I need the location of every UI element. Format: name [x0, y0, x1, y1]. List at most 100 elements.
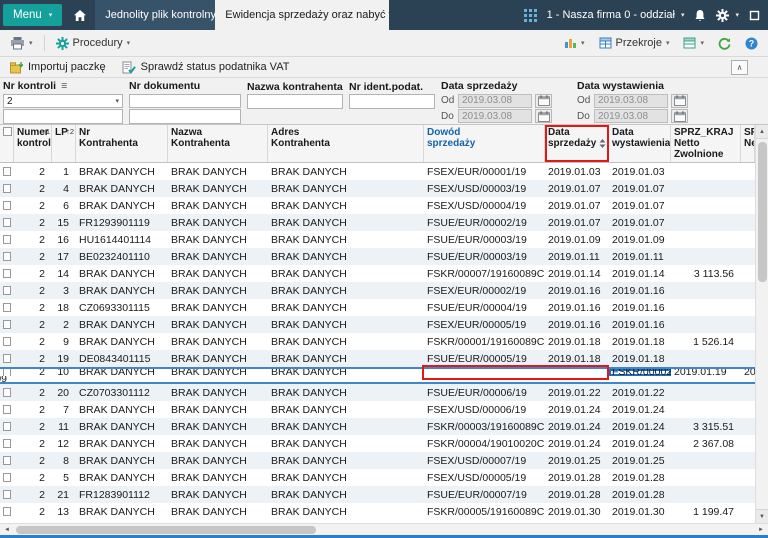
row-checkbox[interactable] — [3, 507, 11, 516]
row-checkbox[interactable] — [3, 184, 11, 193]
table-row[interactable]: 2 17 BE0232401110 BRAK DANYCH BRAK DANYC… — [0, 248, 755, 265]
window-restore-icon[interactable] — [749, 10, 760, 21]
nr-dokumentu-input[interactable] — [129, 94, 241, 109]
data-wystawienia-do-field[interactable]: 2019.03.08 — [594, 109, 668, 123]
table-row[interactable]: 2 4 BRAK DANYCH BRAK DANYCH BRAK DANYCH … — [0, 180, 755, 197]
print-button[interactable]: ▾ — [4, 33, 39, 53]
header-nazwa-kontrahenta[interactable]: Nazwa Kontrahenta — [168, 125, 268, 162]
table-row[interactable]: 2 21 FR1283901112 BRAK DANYCH BRAK DANYC… — [0, 486, 755, 503]
cell-data-wystawienia: 2019.01.09 — [609, 231, 671, 248]
row-checkbox[interactable] — [3, 388, 11, 397]
table-row[interactable]: 2 20 CZ0703301112 BRAK DANYCH BRAK DANYC… — [0, 384, 755, 401]
cell-data-wystawienia: 2019.01.03 — [609, 163, 671, 180]
row-checkbox[interactable] — [3, 473, 11, 482]
header-adres-kontrahenta[interactable]: Adres Kontrahenta — [268, 125, 424, 162]
import-package-button[interactable]: Importuj paczkę — [4, 59, 111, 76]
table-row[interactable]: 2 3 BRAK DANYCH BRAK DANYCH BRAK DANYCH … — [0, 282, 755, 299]
header-sprz-kraj[interactable]: SPRZ_KRAJ Netto Zwolnione — [671, 125, 741, 162]
table-row[interactable]: 2 9 BRAK DANYCH BRAK DANYCH BRAK DANYCH … — [0, 333, 755, 350]
table-row[interactable]: 2 16 HU1614401114 BRAK DANYCH BRAK DANYC… — [0, 231, 755, 248]
cell-numer-kontroli: 2 — [14, 418, 52, 435]
scroll-up-button[interactable]: ▲ — [756, 125, 768, 139]
row-checkbox[interactable] — [3, 490, 11, 499]
horizontal-scrollbar[interactable]: ◄ ► — [0, 523, 768, 535]
header-dowod-sprzedazy[interactable]: Dowód sprzedaży — [424, 125, 545, 162]
select-all-checkbox[interactable] — [3, 127, 12, 136]
row-checkbox[interactable] — [3, 439, 11, 448]
header-data-wystawienia[interactable]: Data wystawienia — [609, 125, 671, 162]
row-checkbox[interactable] — [3, 337, 11, 346]
row-checkbox[interactable] — [3, 167, 11, 176]
table-row[interactable]: 2 6 BRAK DANYCH BRAK DANYCH BRAK DANYCH … — [0, 197, 755, 214]
row-checkbox[interactable] — [3, 252, 11, 261]
table-row[interactable]: 2 15 FR1293901119 BRAK DANYCH BRAK DANYC… — [0, 214, 755, 231]
tab-jednolity-plik-kontrolny[interactable]: Jednolity plik kontrolny — [95, 0, 215, 30]
data-wystawienia-od-field[interactable]: 2019.03.08 — [594, 94, 668, 108]
scroll-left-button[interactable]: ◄ — [0, 524, 14, 535]
help-button[interactable]: ? — [739, 34, 764, 53]
nr-dokumentu-row2-input[interactable] — [129, 109, 241, 124]
table-row[interactable]: 2 14 BRAK DANYCH BRAK DANYCH BRAK DANYCH… — [0, 265, 755, 282]
apps-grid-icon[interactable] — [524, 9, 537, 22]
row-checkbox[interactable] — [3, 320, 11, 329]
nr-kontroli-select[interactable]: 2 ▾ — [3, 94, 123, 109]
table-row[interactable]: 2 7 BRAK DANYCH BRAK DANYCH BRAK DANYCH … — [0, 401, 755, 418]
row-checkbox[interactable] — [3, 235, 11, 244]
row-checkbox[interactable] — [3, 456, 11, 465]
views-button[interactable]: ▾ — [677, 34, 710, 52]
nr-ident-input[interactable] — [349, 94, 435, 109]
tab-ewidencja-sprzedazy[interactable]: Ewidencja sprzedaży oraz nabyć towarów — [215, 0, 389, 30]
row-checkbox[interactable] — [3, 269, 11, 278]
data-sprzedazy-od-field[interactable]: 2019.03.08 — [458, 94, 532, 108]
row-checkbox[interactable] — [3, 201, 11, 210]
table-row[interactable]: 2 2 BRAK DANYCH BRAK DANYCH BRAK DANYCH … — [0, 316, 755, 333]
collapse-filters-button[interactable]: ∧ — [731, 60, 748, 75]
header-numer-kontroli[interactable]: Numer kontroli ↑1 — [14, 125, 52, 162]
cell-numer-kontroli: 2 — [14, 265, 52, 282]
row-checkbox[interactable] — [3, 303, 11, 312]
calendar-button[interactable] — [535, 109, 552, 123]
table-row[interactable]: 2 19 DE0843401115 BRAK DANYCH BRAK DANYC… — [0, 350, 755, 367]
table-row[interactable]: 2 10 BRAK DANYCH BRAK DANYCH BRAK DANYCH… — [0, 367, 755, 384]
company-selector[interactable]: 1 - Nasza firma 0 - oddział ▾ — [547, 9, 685, 21]
header-data-sprzedazy-highlighted[interactable]: Data sprzedaży — [545, 125, 609, 162]
scroll-down-button[interactable]: ▼ — [756, 509, 768, 523]
row-checkbox[interactable] — [3, 218, 11, 227]
home-button[interactable] — [65, 0, 95, 30]
data-sprzedazy-do-field[interactable]: 2019.03.08 — [458, 109, 532, 123]
vertical-scrollbar[interactable]: ▲ ▼ — [755, 125, 768, 523]
row-checkbox[interactable] — [3, 422, 11, 431]
calendar-button[interactable] — [671, 109, 688, 123]
cell-data-sprzedazy: 2019.01.16 — [545, 316, 609, 333]
table-row[interactable]: 2 11 BRAK DANYCH BRAK DANYCH BRAK DANYCH… — [0, 418, 755, 435]
vertical-scrollbar-thumb[interactable] — [758, 142, 767, 282]
table-row[interactable]: 2 5 BRAK DANYCH BRAK DANYCH BRAK DANYCH … — [0, 469, 755, 486]
refresh-button[interactable] — [712, 34, 737, 53]
horizontal-scrollbar-thumb[interactable] — [16, 526, 316, 534]
przekroje-button[interactable]: Przekroje ▾ — [593, 34, 676, 52]
table-row[interactable]: 2 18 CZ0693301115 BRAK DANYCH BRAK DANYC… — [0, 299, 755, 316]
header-lp[interactable]: LP ↑2 — [52, 125, 76, 162]
table-row[interactable]: 2 8 BRAK DANYCH BRAK DANYCH BRAK DANYCH … — [0, 452, 755, 469]
row-checkbox[interactable] — [3, 405, 11, 414]
nazwa-kontrahenta-input[interactable] — [247, 94, 343, 109]
table-row[interactable]: 2 12 BRAK DANYCH BRAK DANYCH BRAK DANYCH… — [0, 435, 755, 452]
header-select-all[interactable] — [0, 125, 14, 162]
table-row[interactable]: 2 1 BRAK DANYCH BRAK DANYCH BRAK DANYCH … — [0, 163, 755, 180]
notifications-bell-icon[interactable] — [694, 9, 706, 22]
calendar-button[interactable] — [671, 94, 688, 108]
row-checkbox[interactable] — [3, 354, 11, 363]
menu-button[interactable]: Menu ▾ — [3, 4, 62, 26]
procedury-button[interactable]: Procedury ▾ — [50, 34, 137, 53]
scroll-right-button[interactable]: ► — [754, 524, 768, 535]
row-checkbox[interactable] — [3, 286, 11, 295]
calendar-button[interactable] — [535, 94, 552, 108]
table-row[interactable]: 2 13 BRAK DANYCH BRAK DANYCH BRAK DANYCH… — [0, 503, 755, 520]
settings-gear-button[interactable]: ▾ — [716, 9, 739, 22]
header-nr-kontrahenta[interactable]: Nr Kontrahenta — [76, 125, 168, 162]
filter-menu-icon[interactable]: ≡ — [61, 80, 67, 92]
header-sprz-clipped[interactable]: SPRZ_ Netto — [741, 125, 755, 162]
vat-status-button[interactable]: Sprawdź status podatnika VAT — [117, 59, 295, 76]
chart-button[interactable]: ▾ — [558, 34, 591, 52]
nr-kontroli-row2-input[interactable] — [3, 109, 123, 124]
